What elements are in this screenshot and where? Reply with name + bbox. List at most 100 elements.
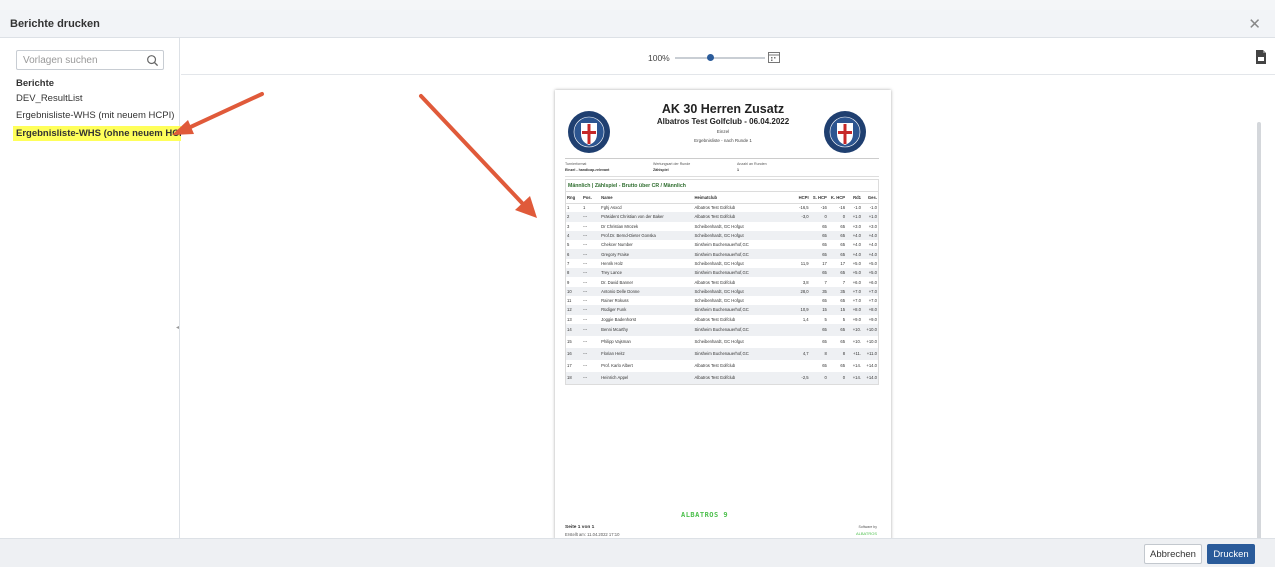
table-cell: Rainer Rokuss	[601, 298, 629, 304]
search-input[interactable]	[17, 51, 141, 69]
table-cell: Albatros Test Golfclub	[694, 279, 736, 285]
table-cell: 18	[566, 371, 582, 384]
table-cell: 10	[566, 286, 582, 296]
table-cell	[787, 296, 810, 305]
table-cell: +10.0	[866, 339, 877, 345]
table-cell: ---	[582, 260, 588, 266]
export-pdf-icon[interactable]	[1255, 50, 1267, 64]
table-cell: Albatros Test Golfclub	[694, 363, 736, 369]
dialog-footer: Abbrechen Drucken	[0, 538, 1275, 567]
table-cell: +6.0	[852, 279, 862, 285]
table-cell: +10.	[846, 323, 863, 336]
table-cell: Gregory Fraise	[600, 249, 694, 259]
meta-label: Wertungsart der Runde	[653, 162, 691, 166]
table-cell: 8	[809, 347, 828, 360]
table-cell: 5	[567, 242, 570, 248]
close-icon[interactable]: ✕	[1248, 15, 1261, 33]
table-cell: 28,0	[786, 286, 810, 296]
search-icon[interactable]	[146, 54, 159, 67]
table-cell: 15	[567, 339, 572, 345]
meta-label: Anzahl an Runden	[737, 162, 767, 166]
table-cell: ---	[581, 323, 601, 336]
table-cell: 65	[822, 363, 827, 369]
table-row: 1 1 Fghj Asxcd Albatros Test Golfclub -16,5 -…	[566, 203, 878, 212]
table-cell	[786, 268, 810, 278]
table-row: 5 --- Chekcer Number Sinsheim Buchenauerhof…	[566, 240, 878, 249]
sidebar-heading: Berichte	[16, 78, 55, 89]
calendar-icon[interactable]	[768, 51, 780, 63]
meta-wertungsart: Wertungsart der Runde Zählspiel	[653, 162, 690, 172]
report-print-dialog: Berichte drucken ✕ Berichte DEV_ResultLi…	[0, 0, 1275, 567]
table-cell: ---	[582, 316, 588, 322]
table-cell: 65	[809, 268, 828, 278]
software-by-label: Software by	[858, 525, 877, 529]
table-cell: 65	[822, 339, 827, 345]
divider	[565, 158, 879, 159]
cancel-button[interactable]: Abbrechen	[1144, 544, 1202, 564]
table-row: 16 --- Florian Heitz Sinsheim Buchenauerhof…	[566, 347, 878, 360]
zoom-toolbar: 100%	[181, 38, 1275, 75]
table-cell: 7	[824, 279, 827, 285]
table-cell: 35	[809, 286, 828, 296]
table-cell: ---	[581, 371, 601, 384]
table-cell: 65	[827, 230, 847, 241]
result-grid: Rng Pos. Name Heimatclub HCPI S. HCP K. …	[566, 192, 878, 384]
table-cell: +8.0	[862, 305, 878, 315]
sidebar-item-ergebnisliste-ohne-hcpi[interactable]: Ergebnisliste-WHS (ohne neuem HCPI)	[13, 126, 195, 141]
table-cell: ---	[582, 279, 588, 285]
table-cell: 1	[582, 205, 586, 211]
table-cell: ---	[581, 305, 601, 315]
table-cell: ---	[582, 339, 588, 345]
table-cell: ---	[582, 223, 588, 229]
table-cell: -2,5	[786, 371, 810, 384]
zoom-slider-handle[interactable]	[707, 54, 714, 61]
table-cell: 35	[827, 286, 847, 296]
table-cell: +14.0	[862, 371, 878, 384]
report-page: AK 30 Herren Zusatz Albatros Test Golfcl…	[555, 90, 891, 540]
table-cell: 11	[567, 298, 572, 304]
table-cell: 6	[566, 249, 582, 259]
report-preview: 100% AK 30 Herren Zusatz Albatros Test G…	[181, 38, 1275, 542]
zoom-slider-track[interactable]	[675, 57, 765, 59]
table-cell: -16,5	[799, 205, 809, 211]
collapse-handle-icon[interactable]: ◂	[176, 324, 179, 331]
col-header: K. HCP	[827, 192, 847, 204]
table-cell: Dr Christian Mrozek	[601, 223, 639, 229]
table-cell: Heinrich Appel	[600, 371, 694, 384]
table-cell: +10.0	[862, 323, 878, 336]
table-row: 3 --- Dr Christian Mrozek Scheibenhardt, GC…	[566, 222, 878, 231]
meta-value: Zählspiel	[653, 168, 669, 172]
table-cell: 65	[827, 249, 847, 259]
table-row: 9 --- Dr. David Banner Albatros Test Golfcl…	[566, 277, 878, 286]
table-cell: ---	[581, 286, 601, 296]
print-button[interactable]: Drucken	[1207, 544, 1255, 564]
table-cell: 10,9	[786, 305, 810, 315]
table-cell: ---	[581, 347, 601, 360]
table-cell: 0	[809, 212, 828, 222]
table-cell: 5	[824, 316, 827, 322]
table-row: 6 --- Gregory Fraise Sinsheim Buchenauerhof…	[566, 249, 878, 259]
preview-scrollbar[interactable]	[1257, 122, 1261, 542]
table-cell: ---	[582, 363, 588, 369]
table-cell: 7	[842, 279, 846, 285]
zoom-level-label: 100%	[648, 53, 670, 63]
table-cell: -1.0	[853, 205, 862, 211]
table-header-row: Rng Pos. Name Heimatclub HCPI S. HCP K. …	[566, 192, 878, 204]
table-cell: +4.0	[852, 242, 862, 248]
table-cell	[787, 240, 810, 249]
software-logo: ALBATROS	[855, 531, 877, 536]
table-row: 12 --- Rüdiger Funk Sinsheim Buchenauerhof,…	[566, 305, 878, 315]
table-cell: +1.0	[862, 212, 878, 222]
albatros-logo: ALBATROS 9	[681, 511, 729, 519]
table-cell: 0	[827, 212, 847, 222]
table-cell: +5.0	[846, 268, 863, 278]
table-cell: Trey Lance	[600, 268, 694, 278]
table-cell: Scheibenhardt, GC Hofgut	[694, 339, 744, 345]
sidebar-item-dev-resultlist[interactable]: DEV_ResultList	[16, 93, 83, 104]
table-cell: +3.0	[852, 223, 862, 229]
col-header: Rd1	[846, 192, 863, 204]
sidebar-item-ergebnisliste-mit-hcpi[interactable]: Ergebnisliste-WHS (mit neuem HCPI)	[16, 110, 174, 121]
meta-anzahl-runden: Anzahl an Runden 1	[737, 162, 767, 172]
table-cell: 15	[809, 305, 828, 315]
table-cell: Chekcer Number	[601, 242, 633, 248]
